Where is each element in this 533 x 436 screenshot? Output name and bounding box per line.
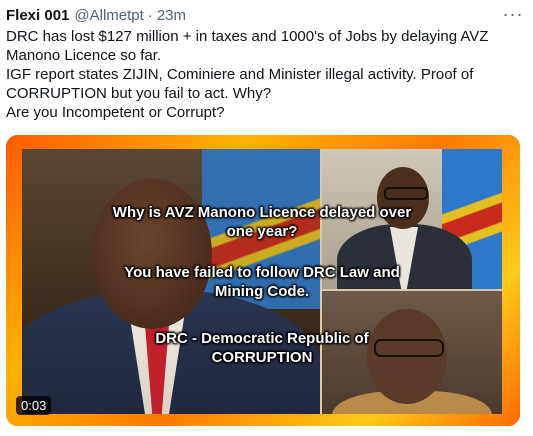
video-content[interactable]: Why is AVZ Manono Licence delayed over o…: [22, 149, 502, 414]
caption-line: Why is AVZ Manono Licence delayed over: [112, 204, 412, 221]
caption-line: You have failed to follow DRC Law and: [124, 264, 400, 281]
caption-line: Mining Code.: [214, 283, 310, 300]
tweet-text: DRC has lost $127 million + in taxes and…: [6, 27, 526, 122]
tweet-text-line: IGF report states ZIJIN, Cominiere and M…: [6, 66, 474, 83]
video-caption: DRC - Democratic Republic of CORRUPTION: [122, 329, 402, 367]
video-duration-badge: 0:03: [16, 396, 52, 415]
caption-line: one year?: [226, 223, 298, 240]
caption-line: DRC - Democratic Republic of: [155, 330, 369, 347]
author-name[interactable]: Flexi 001: [6, 7, 69, 24]
glasses: [384, 187, 428, 200]
tweet-timestamp[interactable]: 23m: [157, 7, 186, 24]
tweet-text-line: DRC has lost $127 million + in taxes and…: [6, 28, 489, 45]
tweet-text-line: Are you Incompetent or Corrupt?: [6, 104, 225, 121]
tweet-header: Flexi 001 @Allmetpt · 23m ···: [6, 3, 525, 25]
tweet-text-line: Manono Licence so far.: [6, 47, 162, 64]
person-head: [92, 179, 212, 329]
author-handle[interactable]: @Allmetpt: [74, 7, 143, 24]
tweet-text-line: CORRUPTION but you fail to act. Why?: [6, 85, 272, 102]
separator: ·: [147, 6, 153, 24]
video-caption: You have failed to follow DRC Law and Mi…: [112, 263, 412, 301]
video-player[interactable]: Why is AVZ Manono Licence delayed over o…: [6, 135, 520, 426]
more-dots-icon[interactable]: ···: [501, 3, 525, 25]
caption-line: CORRUPTION: [211, 349, 313, 366]
video-caption: Why is AVZ Manono Licence delayed over o…: [112, 203, 412, 241]
